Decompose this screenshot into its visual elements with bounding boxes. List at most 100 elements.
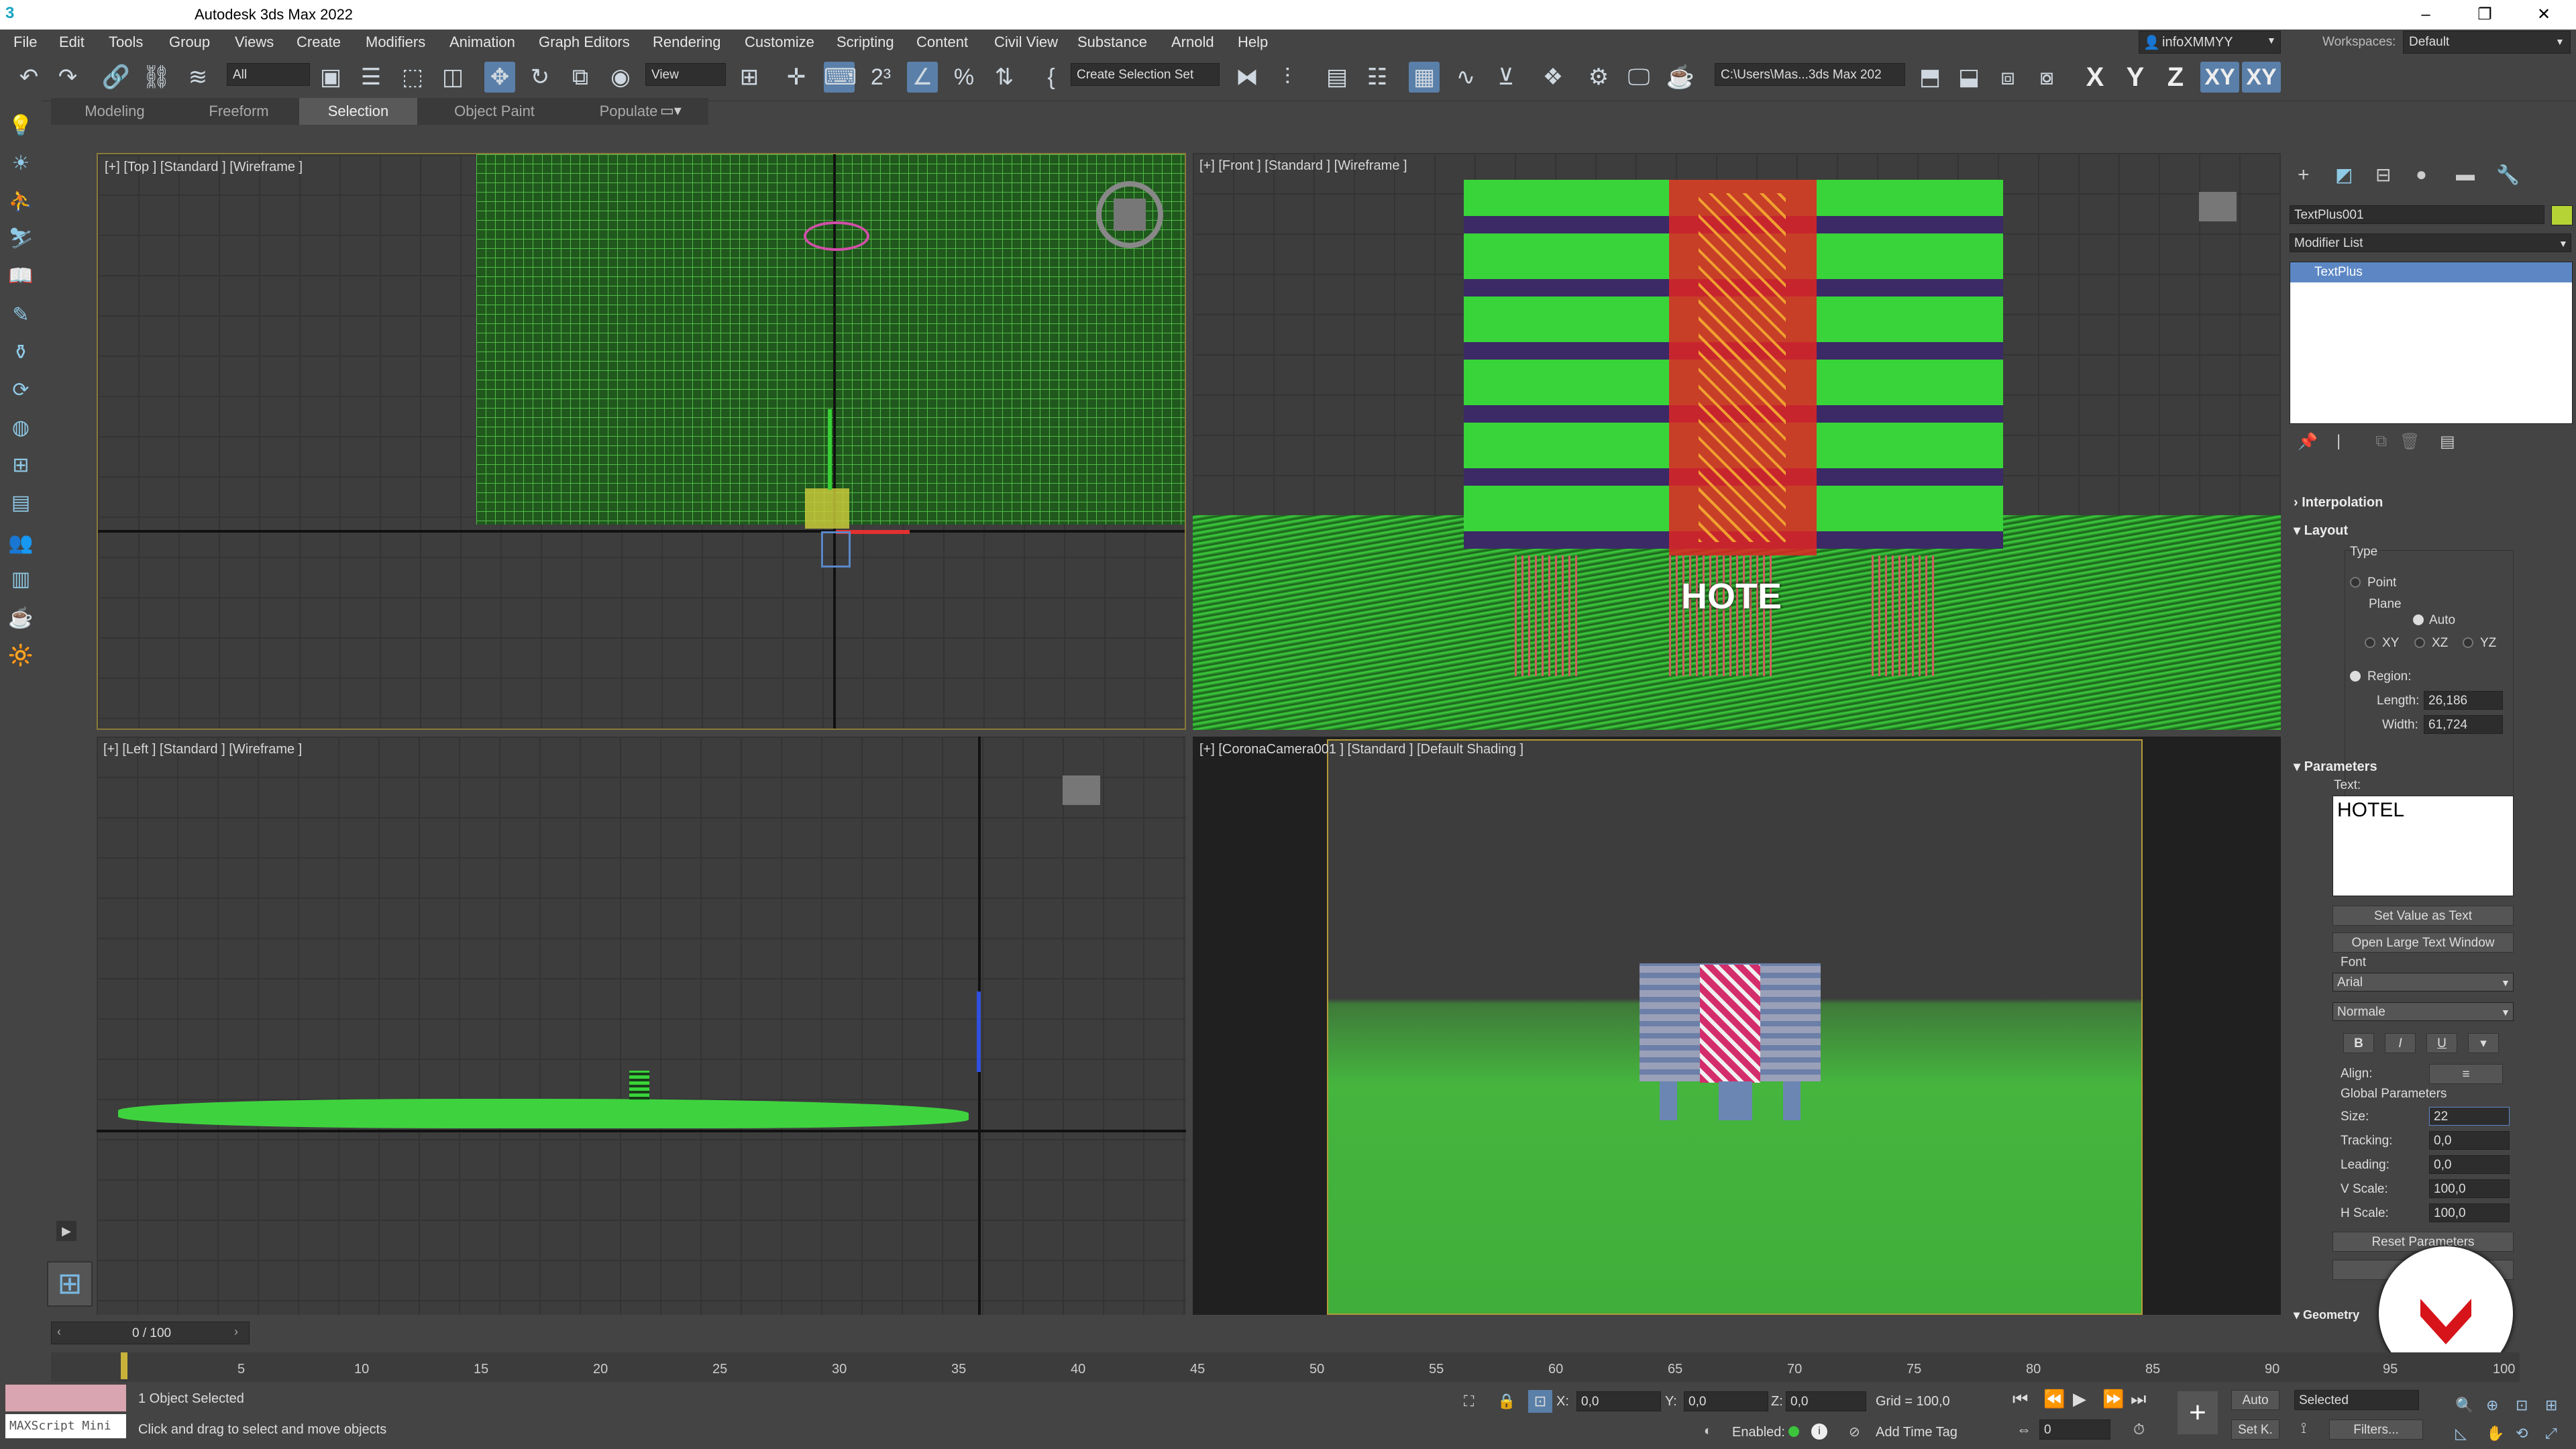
place-icon[interactable]: ◉ [605,62,636,93]
film-icon[interactable]: ▤ [8,490,34,517]
configure-modifier-sets-icon[interactable]: ▤ [2440,432,2455,451]
key-filter-selected-dropdown[interactable]: Selected [2294,1390,2419,1410]
axis-z-button[interactable]: Z [2159,62,2192,93]
restore-button[interactable]: ❐ [2466,3,2504,27]
selected-object-top[interactable] [805,488,849,529]
ribbon-toggle-icon[interactable]: ▦ [1409,62,1440,93]
spinner-snap-icon[interactable]: ⇅ [989,62,1020,93]
text-options-button[interactable]: ▾ [2468,1033,2499,1053]
bold-button[interactable]: B [2343,1033,2374,1053]
point-radio[interactable] [2350,577,2361,588]
track-bar[interactable]: 5 10 15 20 25 30 35 40 45 50 55 60 65 70… [51,1352,2520,1382]
tab-object-paint[interactable]: Object Paint [417,98,572,125]
tab-modeling[interactable]: Modeling [51,98,178,125]
axis-xy-cycle-button[interactable]: XY [2242,62,2281,93]
unlink-icon[interactable]: ⛓ [141,62,172,93]
curve-editor-icon[interactable]: ∿ [1450,62,1481,93]
gizmo-y-axis[interactable] [828,409,832,490]
yz-radio[interactable] [2463,637,2473,648]
set-key-button[interactable]: Set K. [2231,1419,2279,1440]
viewport-camera[interactable]: [+] [CoronaCamera001 ] [Standard ] [Defa… [1193,737,2281,1315]
axis-xy-button[interactable]: XY [2200,62,2239,93]
viewport-camera-label[interactable]: [+] [CoronaCamera001 ] [Standard ] [Defa… [1199,742,1523,757]
menu-rendering[interactable]: Rendering [653,34,721,51]
make-unique-icon[interactable]: ⧉ [2375,432,2387,451]
pivot-center-icon[interactable]: ⊞ [734,62,765,93]
ribbon-options-icon[interactable]: ▭▾ [660,102,682,119]
enabled-indicator[interactable] [1788,1426,1799,1437]
play-icon[interactable]: ▶ [2073,1389,2086,1409]
workspace-dropdown[interactable]: Default ▼ [2403,31,2571,54]
zoom-extents-all-icon[interactable]: ⊞ [2545,1397,2557,1414]
time-slider[interactable]: ‹ 0 / 100 › [51,1322,250,1344]
maxscript-mini-input[interactable]: MAXScript Mini [5,1414,126,1438]
people-icon[interactable]: 👥 [8,530,34,557]
scale-icon[interactable]: ⧉ [565,62,596,93]
field-of-view-icon[interactable]: ◺ [2455,1425,2467,1442]
maxscript-listener[interactable] [5,1385,126,1411]
close-button[interactable]: ✕ [2525,3,2563,27]
viewcube-icon[interactable] [2199,192,2237,221]
modifier-list-dropdown[interactable]: Modifier List ▼ [2290,233,2571,252]
percent-snap-icon[interactable]: % [949,62,979,93]
rendered-frame-window-icon[interactable]: 🖵 [1623,62,1654,93]
populate-icon[interactable]: ⛹ [8,188,34,215]
link-icon[interactable]: 🔗 [101,62,131,93]
move-icon[interactable]: ✥ [484,62,515,93]
expand-arrow-icon[interactable]: ▶ [56,1221,76,1241]
layer-explorer-icon[interactable]: ☷ [1362,62,1393,93]
italic-button[interactable]: I [2385,1033,2416,1053]
set-key-icon[interactable]: + [2178,1391,2218,1434]
angle-snap-icon[interactable]: ∠ [907,62,938,93]
container-icon[interactable]: ⧇ [2031,62,2062,93]
menu-group[interactable]: Group [169,34,210,51]
viewport-left[interactable]: [+] [Left ] [Standard ] [Wireframe ] [97,737,1186,1315]
orbit-icon[interactable]: ⟲ [2516,1425,2528,1442]
tab-selection[interactable]: Selection [299,98,417,125]
set-value-as-text-button[interactable]: Set Value as Text [2332,906,2514,926]
book-icon[interactable]: 📖 [8,263,34,290]
zoom-icon[interactable]: 🔍 [2455,1397,2473,1414]
underline-button[interactable]: U [2426,1033,2457,1053]
bind-space-warp-icon[interactable]: ≋ [182,62,213,93]
leading-spinner[interactable]: 0,0 [2429,1155,2510,1174]
rollout-parameters[interactable]: ▾ Parameters [2294,758,2377,775]
camera-icon-top[interactable] [821,531,851,568]
menu-arnold[interactable]: Arnold [1171,34,1214,51]
z-coordinate-field[interactable]: 0,0 [1786,1391,1866,1411]
rollout-layout[interactable]: ▾ Layout [2294,522,2348,539]
light-bulb-icon[interactable]: 💡 [8,113,34,140]
axis-y-button[interactable]: Y [2118,62,2152,93]
rollout-interpolation[interactable]: › Interpolation [2294,495,2383,511]
time-configuration-icon[interactable]: ⏱ [2133,1421,2145,1438]
current-frame-field[interactable]: 0 [2039,1419,2110,1440]
panel-icon[interactable]: ▥ [8,566,34,593]
viewport-front-label[interactable]: [+] [Front ] [Standard ] [Wireframe ] [1199,158,1407,174]
auto-key-button[interactable]: Auto [2231,1390,2279,1410]
remove-modifier-icon[interactable]: 🗑 [2400,432,2420,451]
edit-named-selection-icon[interactable]: { [1036,62,1067,93]
schematic-view-icon[interactable]: ⊻ [1491,62,1521,93]
camera-target-top[interactable] [804,221,869,251]
viewport-top-label[interactable]: [+] [Top ] [Standard ] [Wireframe ] [105,160,303,175]
globe-icon[interactable]: ◍ [8,415,34,441]
viewport-top[interactable]: [+] [Top ] [Standard ] [Wireframe ] [97,153,1186,730]
render-production-icon[interactable]: ☕ [1665,62,1696,93]
menu-substance[interactable]: Substance [1077,34,1147,51]
key-mode-toggle-icon[interactable]: ⟟ [2301,1419,2306,1437]
display-tab-icon[interactable]: ▬ [2456,164,2475,185]
menu-views[interactable]: Views [235,34,274,51]
info-icon[interactable]: i [1811,1424,1827,1440]
maximize-viewport-icon[interactable]: ⤢ [2545,1425,2557,1442]
font-dropdown[interactable]: Arial ▼ [2332,973,2514,991]
adaptive-degradation-icon[interactable]: ◐ [1704,1424,1712,1439]
text-input[interactable]: HOTEL [2332,796,2514,896]
figure-icon[interactable]: ⛷ [8,225,34,252]
scene-explorer-icon[interactable]: ▤ [1322,62,1352,93]
hotel-side-wireframe[interactable] [629,1071,649,1103]
minimize-button[interactable]: – [2407,3,2445,27]
render-setup-icon[interactable]: ⚙ [1583,62,1614,93]
time-cursor[interactable] [121,1352,127,1379]
show-end-result-icon[interactable]: | [2337,432,2341,451]
hotel-text-front[interactable]: HOTE [1681,576,1782,617]
